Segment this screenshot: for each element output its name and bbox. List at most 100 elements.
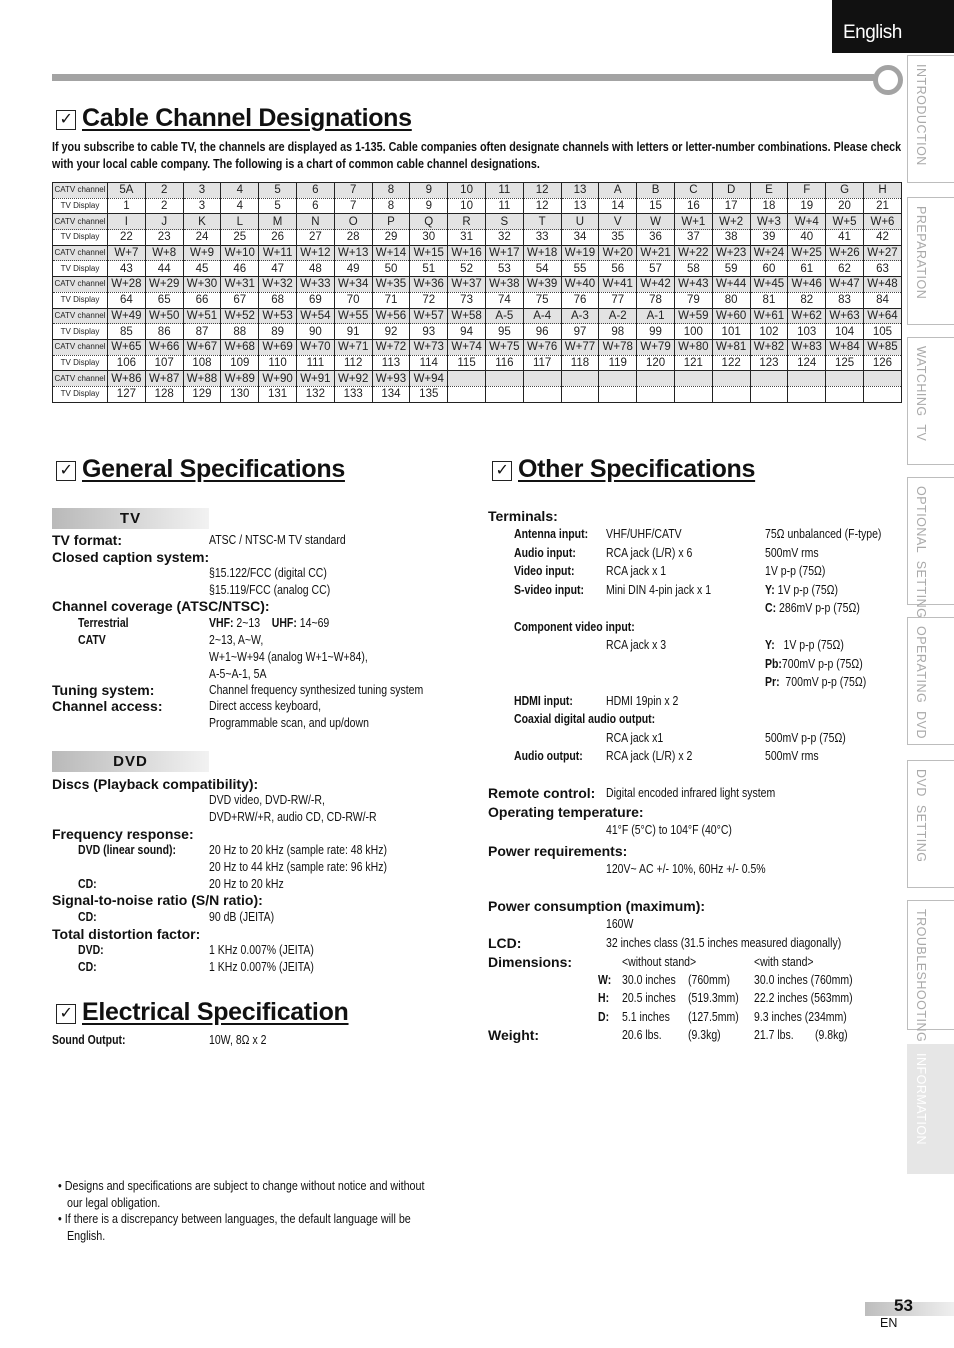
general-section-title: ✓ General Specifications bbox=[56, 455, 345, 484]
display-cell: 7 bbox=[333, 198, 373, 215]
comp-pb-spec: Pb:700mV p-p (75Ω) bbox=[765, 657, 863, 671]
component-label: Component video input: bbox=[514, 620, 635, 634]
display-cell: 6 bbox=[295, 198, 335, 215]
display-cell: 89 bbox=[258, 323, 297, 340]
catv-cell: W+9 bbox=[182, 244, 222, 262]
catv-cell: W+41 bbox=[598, 276, 638, 293]
catv-cell: W+90 bbox=[258, 370, 297, 387]
sound-output-label: Sound Output: bbox=[52, 1033, 126, 1047]
display-cell: 103 bbox=[787, 323, 827, 340]
catv-row-label: CATV channel bbox=[52, 182, 108, 199]
catv-cell: K bbox=[182, 213, 222, 231]
display-cell: 56 bbox=[598, 260, 638, 278]
dim-w-no-in: 30.0 inches bbox=[622, 973, 676, 987]
display-cell: 34 bbox=[560, 229, 600, 246]
audio-in-label: Audio input: bbox=[514, 546, 576, 560]
tuning-label: Tuning system: bbox=[52, 682, 155, 698]
side-tab-label: PREPARATION bbox=[914, 206, 928, 300]
page-number: 53 bbox=[894, 1296, 913, 1315]
audio-in-spec: 500mV rms bbox=[765, 546, 819, 560]
catv-cell: W+8 bbox=[144, 244, 184, 262]
display-cell: 68 bbox=[258, 292, 297, 309]
terrestrial-value: VHF: 2~13 UHF: 14~69 bbox=[209, 616, 329, 630]
catv-cell: W+63 bbox=[825, 307, 864, 325]
side-tab-preparation[interactable]: PREPARATION bbox=[907, 197, 954, 325]
side-tab-troubleshooting[interactable]: TROUBLESHOOTING bbox=[907, 900, 954, 1042]
catv-value-2: W+1~W+94 (analog W+1~W+84), bbox=[209, 650, 368, 664]
catv-cell: W+25 bbox=[787, 244, 827, 262]
catv-cell: 6 bbox=[295, 182, 335, 199]
display-cell: 108 bbox=[182, 355, 222, 372]
video-in-value: RCA jack x 1 bbox=[606, 564, 667, 578]
catv-cell: W+88 bbox=[182, 370, 222, 387]
catv-cell: W+81 bbox=[711, 338, 751, 356]
catv-cell: W+57 bbox=[409, 307, 449, 325]
side-tab-operating-dvd[interactable]: OPERATING DVD bbox=[907, 617, 954, 745]
display-cell: 75 bbox=[522, 292, 562, 309]
display-cell: 45 bbox=[182, 260, 222, 278]
tv-subheading: TV bbox=[52, 508, 209, 529]
catv-cell: W+75 bbox=[484, 338, 524, 356]
side-tab-introduction[interactable]: INTRODUCTION bbox=[907, 55, 954, 183]
side-tab-watching-tv[interactable]: WATCHING TV bbox=[907, 337, 954, 465]
catv-cell: W+53 bbox=[258, 307, 297, 325]
catv-cell: W+27 bbox=[862, 244, 903, 262]
svideo-c-value: 286mV p-p (75Ω) bbox=[779, 601, 860, 615]
catv-cell bbox=[749, 370, 789, 387]
catv-cell: W+76 bbox=[522, 338, 562, 356]
display-cell: 13 bbox=[560, 198, 600, 215]
dim-with-header: <with stand> bbox=[754, 955, 814, 969]
catv-cell bbox=[673, 370, 713, 387]
catv-cell: W+47 bbox=[825, 276, 864, 293]
catv-cell: W+48 bbox=[862, 276, 903, 293]
checkbox-icon: ✓ bbox=[492, 461, 512, 481]
catv-row-label: CATV channel bbox=[52, 338, 108, 356]
catv-cell: W+89 bbox=[220, 370, 260, 387]
display-cell: 24 bbox=[182, 229, 222, 246]
freq-dvd-label: DVD (linear sound): bbox=[78, 843, 177, 857]
catv-cell: W+20 bbox=[598, 244, 638, 262]
display-cell: 95 bbox=[484, 323, 524, 340]
display-cell: 26 bbox=[258, 229, 297, 246]
dim-h-no-in: 20.5 inches bbox=[622, 991, 676, 1005]
display-cell: 66 bbox=[182, 292, 222, 309]
catv-cell: W+69 bbox=[258, 338, 297, 356]
component-value: RCA jack x 3 bbox=[606, 638, 667, 652]
svideo-y-spec: Y: 1V p-p (75Ω) bbox=[765, 583, 838, 597]
display-cell: 119 bbox=[598, 355, 638, 372]
display-cell: 73 bbox=[447, 292, 486, 309]
display-cell: 104 bbox=[825, 323, 864, 340]
page-lang-code: EN bbox=[880, 1316, 898, 1330]
sn-cd-value: 90 dB (JEITA) bbox=[209, 910, 275, 924]
catv-cell: H bbox=[862, 182, 903, 199]
catv-cell: 7 bbox=[333, 182, 373, 199]
catv-value-1: 2~13, A~W, bbox=[209, 633, 264, 647]
display-row: TV Display 106 107 108 109 110 111 112 113 114 115… bbox=[52, 355, 903, 372]
side-tab-information[interactable]: INFORMATION bbox=[907, 1044, 954, 1174]
display-cell: 58 bbox=[673, 260, 713, 278]
dim-h-with: 22.2 inches (563mm) bbox=[754, 991, 853, 1005]
tdf-dvd-value: 1 KHz 0.007% (JEITA) bbox=[209, 943, 314, 957]
display-cell: 113 bbox=[371, 355, 411, 372]
display-cell bbox=[560, 386, 600, 403]
catv-cell: W+87 bbox=[144, 370, 184, 387]
side-tab-dvd-setting[interactable]: DVD SETTING bbox=[907, 760, 954, 888]
display-cell: 100 bbox=[673, 323, 713, 340]
comp-y-value: 1V p-p (75Ω) bbox=[783, 638, 844, 652]
display-cell: 1 bbox=[107, 198, 146, 215]
side-tab-optional-setting[interactable]: OPTIONAL SETTING bbox=[907, 477, 954, 618]
catv-row: CATV channel W+86 W+87 W+88 W+89 W+90 W+91 W+92… bbox=[52, 370, 903, 387]
catv-cell: V bbox=[598, 213, 638, 231]
catv-row: CATV channel W+7 W+8 W+9 W+10 W+11 W+12 W+13 W+1… bbox=[52, 244, 903, 262]
catv-cell: A-1 bbox=[636, 307, 675, 325]
power-cons-value: 160W bbox=[606, 917, 634, 931]
catv-cell: W+36 bbox=[409, 276, 449, 293]
comp-y-label: Y: bbox=[765, 638, 775, 652]
catv-cell: 11 bbox=[484, 182, 524, 199]
display-cell: 86 bbox=[144, 323, 184, 340]
catv-row: CATV channel W+65 W+66 W+67 W+68 W+69 W+70 W+71… bbox=[52, 338, 903, 356]
catv-cell: W+31 bbox=[220, 276, 260, 293]
display-cell: 112 bbox=[333, 355, 373, 372]
display-cell bbox=[825, 386, 864, 403]
catv-cell: W+74 bbox=[447, 338, 486, 356]
